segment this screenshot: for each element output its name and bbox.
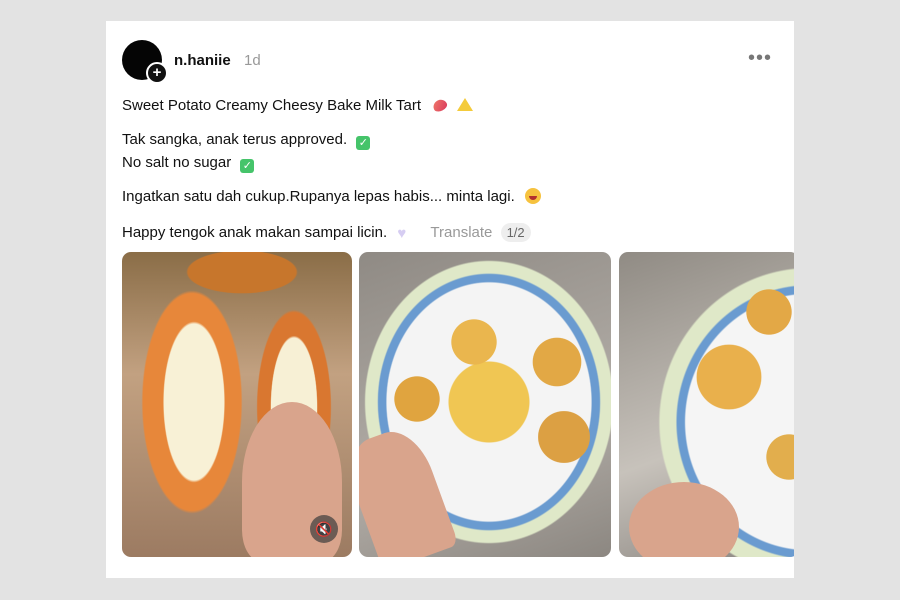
post-text-approved: Tak sangka, anak terus approved. (122, 131, 348, 148)
sweet-potato-icon (431, 97, 449, 114)
post-time: 1d (244, 52, 261, 69)
hand-shape (629, 482, 739, 557)
post-photo-2[interactable] (359, 252, 611, 557)
mute-icon[interactable]: 🔇 (310, 515, 338, 543)
more-options-icon[interactable]: ••• (748, 47, 772, 70)
check-icon: ✓ (356, 136, 371, 150)
heart-icon: ♥ (397, 225, 407, 242)
post-line-4: Ingatkan satu dah cukup.Rupanya lepas ha… (122, 188, 541, 205)
cheese-icon (457, 98, 474, 111)
post-card: + n.haniie 1d ••• Sweet Potato Creamy Ch… (106, 21, 794, 578)
translate-link[interactable]: Translate (430, 224, 492, 241)
post-text-happy: Happy tengok anak makan sampai licin. (122, 224, 388, 241)
username[interactable]: n.haniie (174, 52, 231, 69)
post-photo-3[interactable] (619, 252, 794, 557)
post-text-no-salt: No salt no sugar (122, 154, 232, 171)
post-line-1: Sweet Potato Creamy Cheesy Bake Milk Tar… (122, 97, 474, 114)
post-line-3: No salt no sugar ✓ (122, 154, 255, 173)
post-text-ingatkan: Ingatkan satu dah cukup.Rupanya lepas ha… (122, 188, 515, 205)
hand-shape (359, 422, 459, 557)
avatar[interactable]: + (122, 40, 168, 84)
translate-pager: 1/2 (500, 223, 531, 242)
laughing-face-icon (524, 188, 541, 204)
follow-plus-icon[interactable]: + (146, 62, 168, 84)
post-title-text: Sweet Potato Creamy Cheesy Bake Milk Tar… (122, 97, 422, 114)
post-line-5: Happy tengok anak makan sampai licin. ♥ … (122, 223, 531, 242)
post-line-2: Tak sangka, anak terus approved. ✓ (122, 131, 371, 150)
post-photo-1[interactable]: 🔇 (122, 252, 352, 557)
check-icon: ✓ (240, 159, 255, 173)
